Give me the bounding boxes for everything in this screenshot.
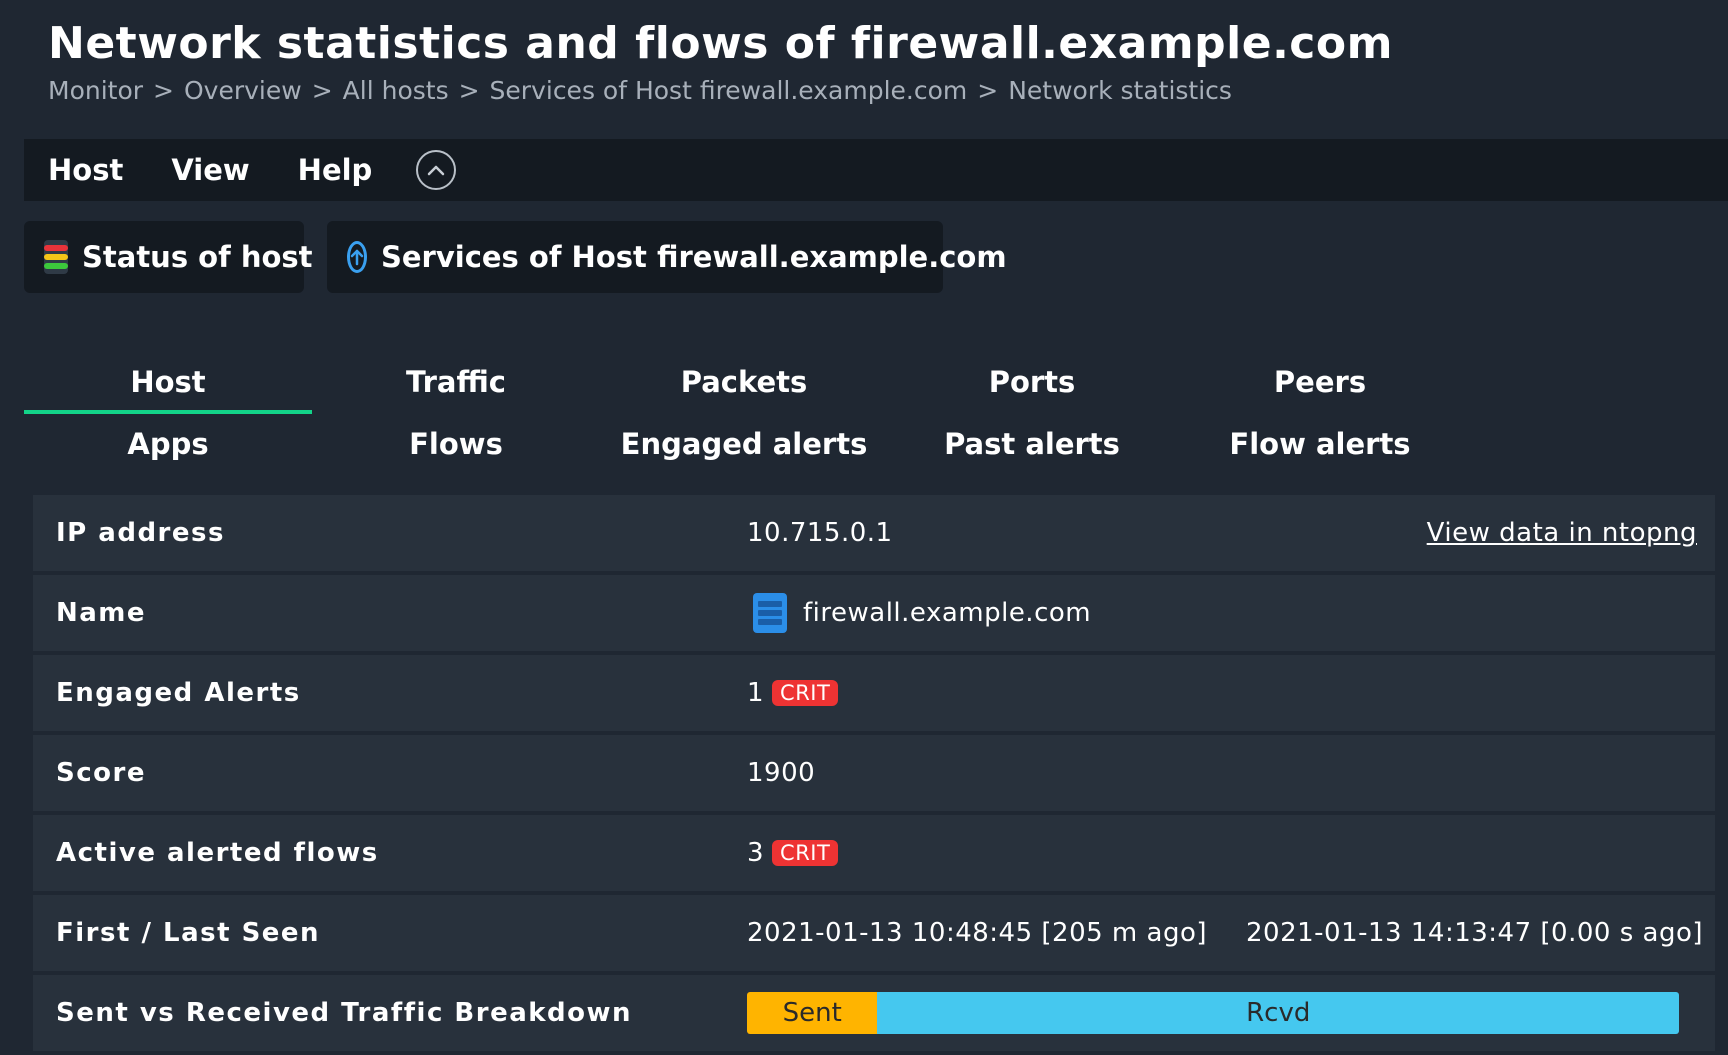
breadcrumb-separator: > [977, 76, 999, 105]
tab-engaged-alerts[interactable]: Engaged alerts [600, 414, 888, 476]
engaged-alerts-count: 1 [747, 678, 765, 708]
breadcrumb-separator: > [458, 76, 480, 105]
ip-address-label: IP address [56, 518, 225, 548]
server-icon [753, 593, 787, 633]
tab-flow-alerts[interactable]: Flow alerts [1176, 414, 1464, 476]
chevron-up-icon [428, 165, 445, 176]
tab-bar: Host Traffic Packets Ports Peers Apps Fl… [24, 352, 1464, 476]
name-label: Name [56, 598, 147, 628]
traffic-breakdown-bar: Sent Rcvd [747, 992, 1679, 1034]
tab-peers[interactable]: Peers [1176, 352, 1464, 414]
table-row-engaged-alerts: Engaged Alerts 1 CRIT [33, 655, 1715, 731]
menu-view[interactable]: View [171, 153, 249, 187]
table-row-traffic-breakdown: Sent vs Received Traffic Breakdown Sent … [33, 975, 1715, 1051]
name-value-cell: firewall.example.com [747, 593, 1091, 633]
tab-past-alerts[interactable]: Past alerts [888, 414, 1176, 476]
services-of-host-button[interactable]: Services of Host firewall.example.com [327, 221, 1007, 293]
rcvd-label: Rcvd [1246, 998, 1311, 1028]
active-alerted-flows-label: Active alerted flows [56, 838, 379, 868]
breadcrumb-item-network-statistics[interactable]: Network statistics [1008, 76, 1232, 105]
breadcrumb-separator: > [153, 76, 174, 105]
score-value: 1900 [747, 758, 816, 788]
tab-traffic[interactable]: Traffic [312, 352, 600, 414]
table-row-name: Name firewall.example.com [33, 575, 1715, 651]
host-details-table: IP address 10.715.0.1 View data in ntopn… [33, 495, 1715, 1055]
table-row-score: Score 1900 [33, 735, 1715, 811]
breadcrumb-separator: > [311, 76, 333, 105]
tab-flows[interactable]: Flows [312, 414, 600, 476]
services-of-host-label: Services of Host firewall.example.com [381, 240, 1007, 274]
sent-label: Sent [782, 998, 842, 1028]
engaged-alerts-cell: 1 CRIT [747, 678, 839, 708]
traffic-breakdown-label: Sent vs Received Traffic Breakdown [56, 998, 633, 1028]
crit-status-badge: CRIT [772, 680, 839, 706]
status-of-host-label: Status of host [82, 240, 313, 274]
ip-address-value: 10.715.0.1 [747, 518, 893, 548]
status-of-host-button[interactable]: Status of host [24, 221, 313, 293]
last-seen-value: 2021-01-13 14:13:47 [0.00 s ago] [1246, 918, 1703, 948]
breadcrumb-item-services[interactable]: Services of Host firewall.example.com [490, 76, 968, 105]
page-title: Network statistics and flows of firewall… [48, 18, 1393, 69]
menu-help[interactable]: Help [298, 153, 373, 187]
menu-bar: Host View Help [24, 139, 1728, 201]
tab-host[interactable]: Host [24, 352, 312, 414]
crit-status-badge: CRIT [772, 840, 839, 866]
breadcrumb-item-all-hosts[interactable]: All hosts [343, 76, 449, 105]
collapse-menu-button[interactable] [416, 150, 457, 190]
breadcrumb-item-overview[interactable]: Overview [184, 76, 302, 105]
sent-segment: Sent [747, 992, 878, 1034]
tab-apps[interactable]: Apps [24, 414, 312, 476]
tab-packets[interactable]: Packets [600, 352, 888, 414]
score-label: Score [56, 758, 146, 788]
breadcrumb-item-monitor[interactable]: Monitor [48, 76, 143, 105]
alerted-flows-count: 3 [747, 838, 765, 868]
first-last-seen-label: First / Last Seen [56, 918, 321, 948]
engaged-alerts-label: Engaged Alerts [56, 678, 301, 708]
table-row-alerted-flows: Active alerted flows 3 CRIT [33, 815, 1715, 891]
menu-host[interactable]: Host [48, 153, 123, 187]
view-in-ntopng-link[interactable]: View data in ntopng [1427, 518, 1697, 548]
table-row-first-last-seen: First / Last Seen 2021-01-13 10:48:45 [2… [33, 895, 1715, 971]
host-name-value: firewall.example.com [803, 598, 1092, 628]
host-status-icon [44, 240, 68, 274]
tab-ports[interactable]: Ports [888, 352, 1176, 414]
alerted-flows-cell: 3 CRIT [747, 838, 839, 868]
rcvd-segment: Rcvd [877, 992, 1679, 1034]
arrow-up-circle-icon [347, 241, 367, 273]
table-row-ip: IP address 10.715.0.1 View data in ntopn… [33, 495, 1715, 571]
breadcrumb: Monitor > Overview > All hosts > Services of H… [48, 76, 1232, 105]
first-seen-value: 2021-01-13 10:48:45 [205 m ago] [747, 918, 1208, 948]
